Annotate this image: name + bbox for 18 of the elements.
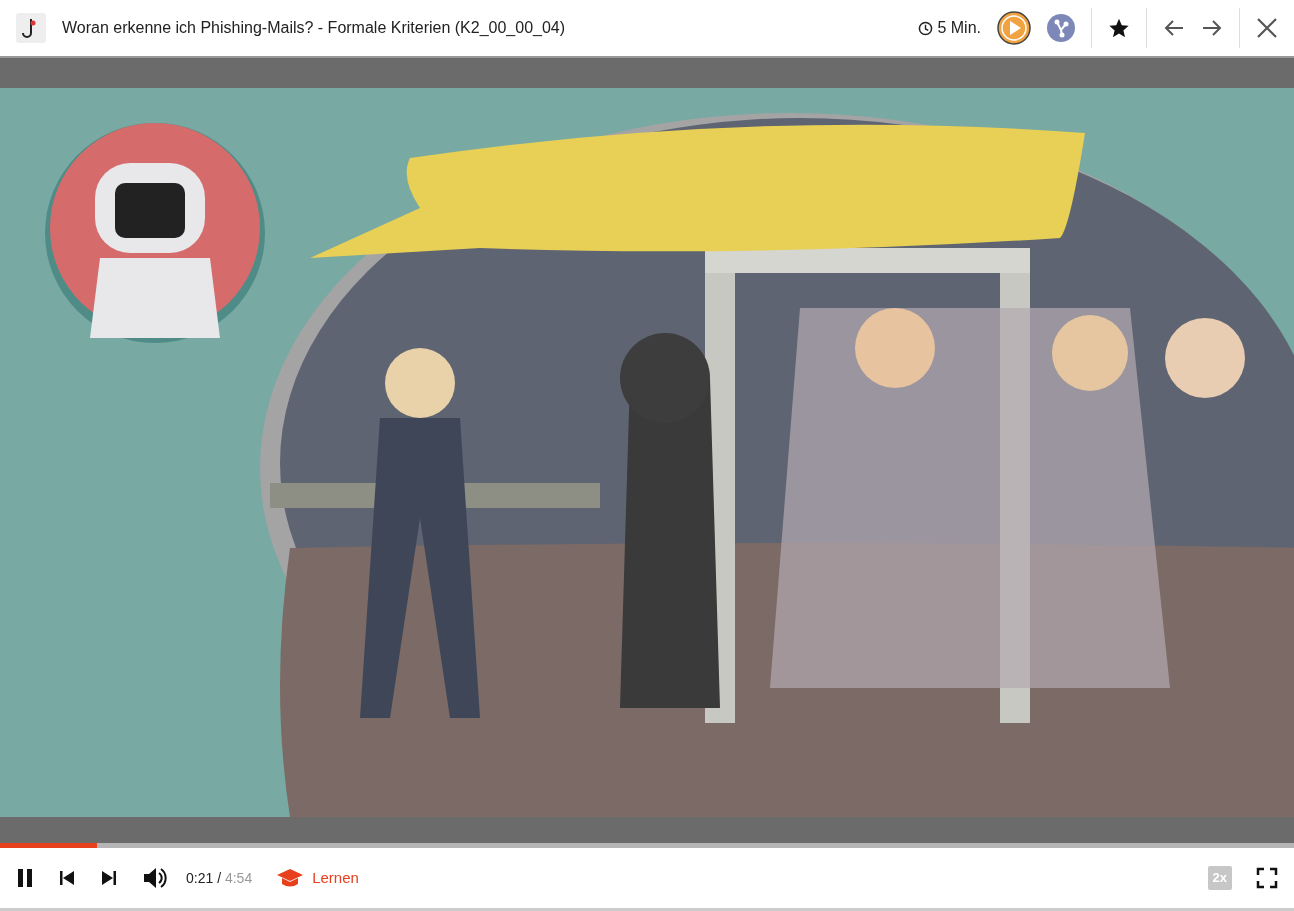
clock-icon xyxy=(918,20,934,36)
total-time: 4:54 xyxy=(224,869,253,886)
hook-icon xyxy=(16,13,46,43)
star-button[interactable] xyxy=(1108,17,1130,39)
next-button[interactable] xyxy=(100,869,118,887)
pause-icon[interactable] xyxy=(16,868,34,888)
share-button[interactable] xyxy=(1047,14,1075,42)
graduation-cap-icon xyxy=(276,867,305,889)
window-title: Woran erkenne ich Phishing-Mails? - Formale Kriterien (K2_00_00_04) xyxy=(62,18,567,38)
close-button[interactable] xyxy=(1256,17,1278,39)
learn-button[interactable]: Lernen xyxy=(276,866,359,890)
fullscreen-button[interactable] xyxy=(1256,867,1278,889)
time-separator: / xyxy=(217,869,222,886)
duration-label: 5 Min. xyxy=(937,18,981,38)
previous-button[interactable] xyxy=(58,869,76,887)
play-button[interactable] xyxy=(997,11,1031,45)
volume-button[interactable] xyxy=(142,866,168,890)
current-time: 0:21 xyxy=(186,869,214,886)
